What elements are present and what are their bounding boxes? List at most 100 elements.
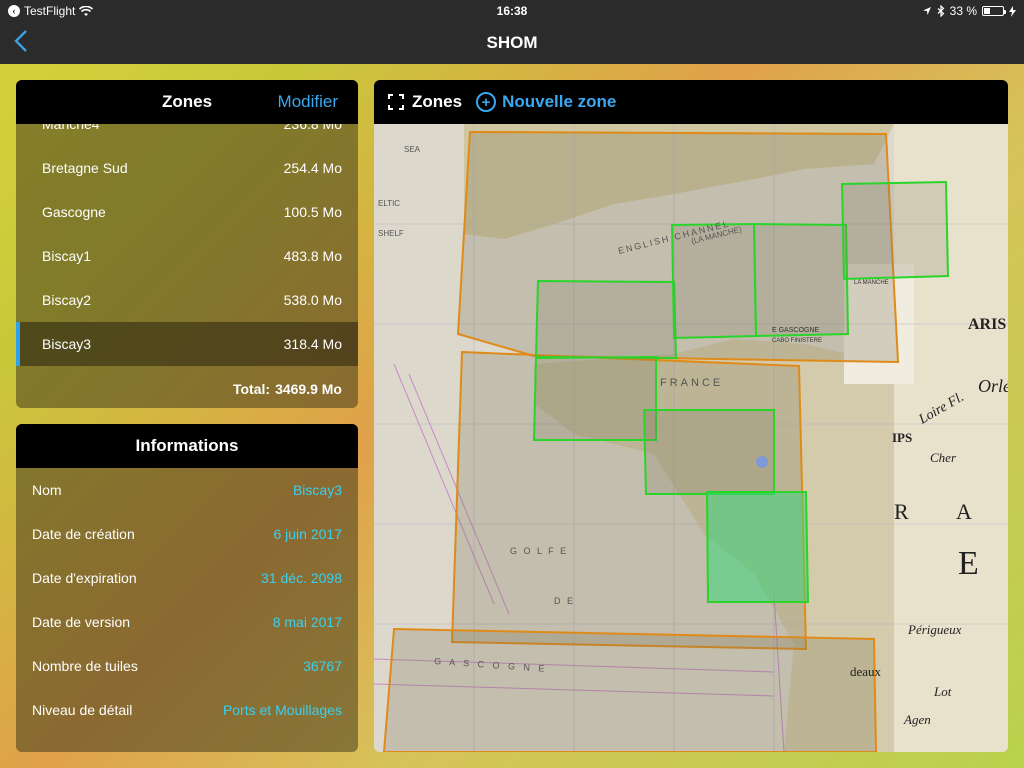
zone-list[interactable]: Manche4 236.8 Mo Bretagne Sud 254.4 Mo Gasco…	[16, 124, 358, 370]
zones-panel-title: Zones	[161, 92, 213, 111]
label-de: D E	[554, 596, 575, 606]
zone-size: 318.4 Mo	[283, 336, 342, 352]
label-shelf: SHELF	[378, 229, 404, 238]
info-label: Nombre de tuiles	[32, 658, 138, 674]
info-value[interactable]: 31 déc. 2098	[261, 570, 342, 586]
zone-name: Biscay1	[42, 248, 92, 264]
label-paris: ARIS	[968, 316, 1006, 333]
info-label: Date de création	[32, 526, 135, 542]
total-label: Total:	[232, 381, 271, 397]
green-zone-3[interactable]	[752, 222, 850, 338]
zone-size: 483.8 Mo	[283, 248, 342, 264]
info-value[interactable]: 8 mai 2017	[273, 614, 342, 630]
zone-row[interactable]: Biscay2 538.0 Mo	[16, 278, 358, 322]
label-la-manche-title: LA MANCHE	[854, 280, 889, 286]
fullscreen-corners-icon	[388, 94, 404, 110]
info-rows: Nom Biscay3 Date de création 6 juin 2017 Dat…	[16, 468, 358, 732]
green-zone-2[interactable]	[670, 222, 758, 340]
zone-row[interactable]: Manche4 236.8 Mo	[16, 124, 358, 146]
label-france: FRANCE	[660, 377, 723, 389]
label-ips: IPS	[892, 430, 912, 445]
bluetooth-icon	[937, 5, 945, 17]
location-arrow-icon	[922, 7, 931, 15]
new-zone-label: Nouvelle zone	[502, 92, 617, 111]
green-zone-4[interactable]	[840, 180, 950, 281]
info-row: Date de version 8 mai 2017	[16, 600, 358, 644]
zone-size: 254.4 Mo	[283, 160, 342, 176]
info-row: Nom Biscay3	[16, 468, 358, 512]
zone-name: Biscay2	[42, 292, 92, 308]
info-row: Nombre de tuiles 36767	[16, 644, 358, 688]
modify-button[interactable]: Modifier	[278, 92, 338, 112]
map-panel: Zones + Nouvelle zone ENGLISH CHANNEL (L…	[374, 80, 1008, 752]
navigation-bar: SHOM	[0, 22, 1024, 64]
zone-row[interactable]: Biscay3 318.4 Mo	[16, 322, 358, 366]
zone-total: Total: 3469.9 Mo	[16, 370, 358, 408]
label-golfe: G O L F E	[510, 546, 568, 556]
info-panel-title: Informations	[135, 436, 239, 455]
status-right: 33 %	[922, 4, 1016, 18]
info-row: Niveau de détail Ports et Mouillages	[16, 688, 358, 732]
info-label: Niveau de détail	[32, 702, 133, 718]
info-label: Date de version	[32, 614, 131, 630]
chevron-left-icon	[14, 30, 27, 52]
zone-name: Bretagne Sud	[42, 160, 128, 176]
zone-name: Gascogne	[42, 204, 106, 220]
back-button[interactable]	[14, 28, 28, 60]
info-row: Date de création 6 juin 2017	[16, 512, 358, 556]
info-label: Nom	[32, 482, 62, 498]
label-celtic: ELTIC	[378, 199, 400, 208]
page-title: SHOM	[486, 33, 538, 52]
map-header: Zones + Nouvelle zone	[374, 80, 1008, 124]
battery-percent: 33 %	[949, 4, 977, 18]
label-agen: Agen	[903, 712, 931, 727]
zone-name: Biscay3	[42, 336, 92, 352]
zones-panel-header: Zones Modifier	[16, 80, 358, 124]
nautical-map[interactable]: ENGLISH CHANNEL (LA MANCHE) FRANCE G O L…	[374, 124, 1008, 752]
info-panel: Informations Nom Biscay3 Date de création 6…	[16, 424, 358, 752]
letter-a: A	[956, 499, 972, 524]
selected-zone-biscay3[interactable]	[705, 491, 810, 603]
label-deaux: deaux	[850, 664, 882, 679]
info-row: Date d'expiration 31 déc. 2098	[16, 556, 358, 600]
info-panel-header: Informations	[16, 424, 358, 468]
zone-row[interactable]: Biscay1 483.8 Mo	[16, 234, 358, 278]
green-zone-5[interactable]	[532, 355, 657, 441]
zone-row[interactable]: Gascogne 100.5 Mo	[16, 190, 358, 234]
info-value[interactable]: Ports et Mouillages	[223, 702, 342, 718]
zone-name: Manche4	[42, 124, 100, 132]
orange-zone-gascogne[interactable]	[382, 627, 878, 752]
status-time: 16:38	[496, 4, 528, 18]
new-zone-button[interactable]: + Nouvelle zone	[476, 92, 616, 112]
total-value: 3469.9 Mo	[275, 381, 342, 397]
zone-size: 100.5 Mo	[283, 204, 342, 220]
plus-circle-icon: +	[476, 92, 497, 112]
lake-marker	[756, 456, 768, 468]
charging-bolt-icon	[1009, 5, 1016, 17]
zones-toggle-button[interactable]: Zones	[388, 92, 462, 112]
wifi-icon	[79, 5, 94, 16]
status-left: ‹ TestFlight	[8, 4, 94, 18]
battery-icon	[982, 6, 1006, 16]
info-value[interactable]: Biscay3	[293, 482, 342, 498]
zone-size: 236.8 Mo	[283, 124, 342, 132]
label-orleans: Orlé	[978, 376, 1008, 396]
letter-r: R	[894, 499, 909, 524]
label-cabo-finisterre: CABO FINISTERE	[772, 338, 822, 344]
green-zone-1[interactable]	[534, 279, 678, 360]
info-label: Date d'expiration	[32, 570, 137, 586]
label-sea: SEA	[404, 145, 421, 154]
label-e-gascogne: E GASCOGNE	[772, 327, 819, 334]
zones-toggle-label: Zones	[412, 92, 463, 111]
zone-row[interactable]: Bretagne Sud 254.4 Mo	[16, 146, 358, 190]
green-zone-6[interactable]	[642, 409, 775, 495]
zones-panel: Zones Modifier Manche4 236.8 Mo Bretagne S…	[16, 80, 358, 408]
back-to-app-icon[interactable]: ‹	[8, 5, 20, 17]
label-perigueux: Périgueux	[907, 622, 962, 637]
info-value[interactable]: 36767	[303, 658, 342, 674]
label-lot: Lot	[933, 684, 952, 699]
info-value[interactable]: 6 juin 2017	[273, 526, 342, 542]
carrier-label: TestFlight	[24, 4, 76, 18]
letter-e: E	[958, 545, 979, 582]
zone-size: 538.0 Mo	[283, 292, 342, 308]
